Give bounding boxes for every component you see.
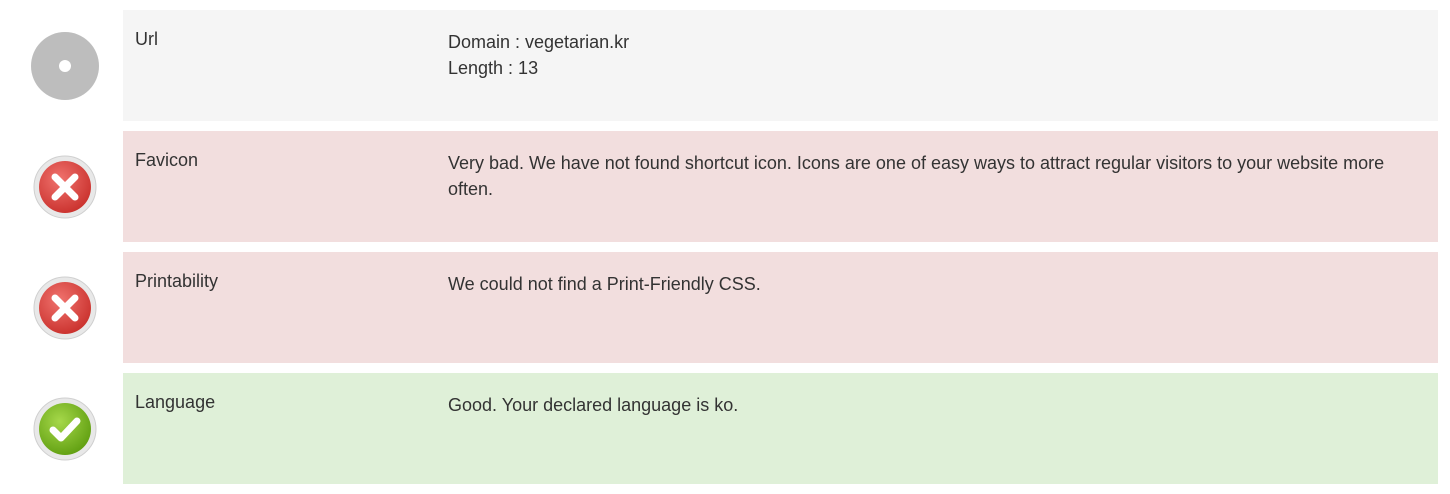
check-circle-icon (33, 397, 97, 460)
row-label: Favicon (135, 150, 199, 170)
row-value: Domain : vegetarian.kr Length : 13 (448, 10, 1438, 121)
seo-report: Url Domain : vegetarian.kr Length : 13 F… (10, 10, 1438, 494)
error-x-icon (33, 276, 97, 339)
favicon-message: Very bad. We have not found shortcut ico… (448, 153, 1385, 199)
row-label: Printability (135, 271, 219, 291)
row-value: Good. Your declared language is ko. (448, 373, 1438, 484)
report-row-language: Language Good. Your declared language is… (10, 373, 1438, 484)
row-value: We could not find a Print-Friendly CSS. (448, 252, 1438, 363)
printability-message: We could not find a Print-Friendly CSS. (448, 274, 761, 294)
info-circle-icon (31, 31, 99, 100)
row-icon-cell (10, 373, 120, 484)
row-icon-cell (10, 252, 120, 363)
row-label: Url (135, 29, 158, 49)
row-value: Very bad. We have not found shortcut ico… (448, 131, 1438, 242)
url-length: Length : 13 (448, 58, 539, 78)
language-message: Good. Your declared language is ko. (448, 395, 739, 415)
row-icon-cell (10, 10, 120, 121)
report-row-printability: Printability We could not find a Print-F… (10, 252, 1438, 363)
report-row-favicon: Favicon Very bad. We have not found shor… (10, 131, 1438, 242)
url-domain: Domain : vegetarian.kr (448, 32, 630, 52)
row-icon-cell (10, 131, 120, 242)
row-label: Language (135, 392, 216, 412)
report-row-url: Url Domain : vegetarian.kr Length : 13 (10, 10, 1438, 121)
error-x-icon (33, 155, 97, 218)
